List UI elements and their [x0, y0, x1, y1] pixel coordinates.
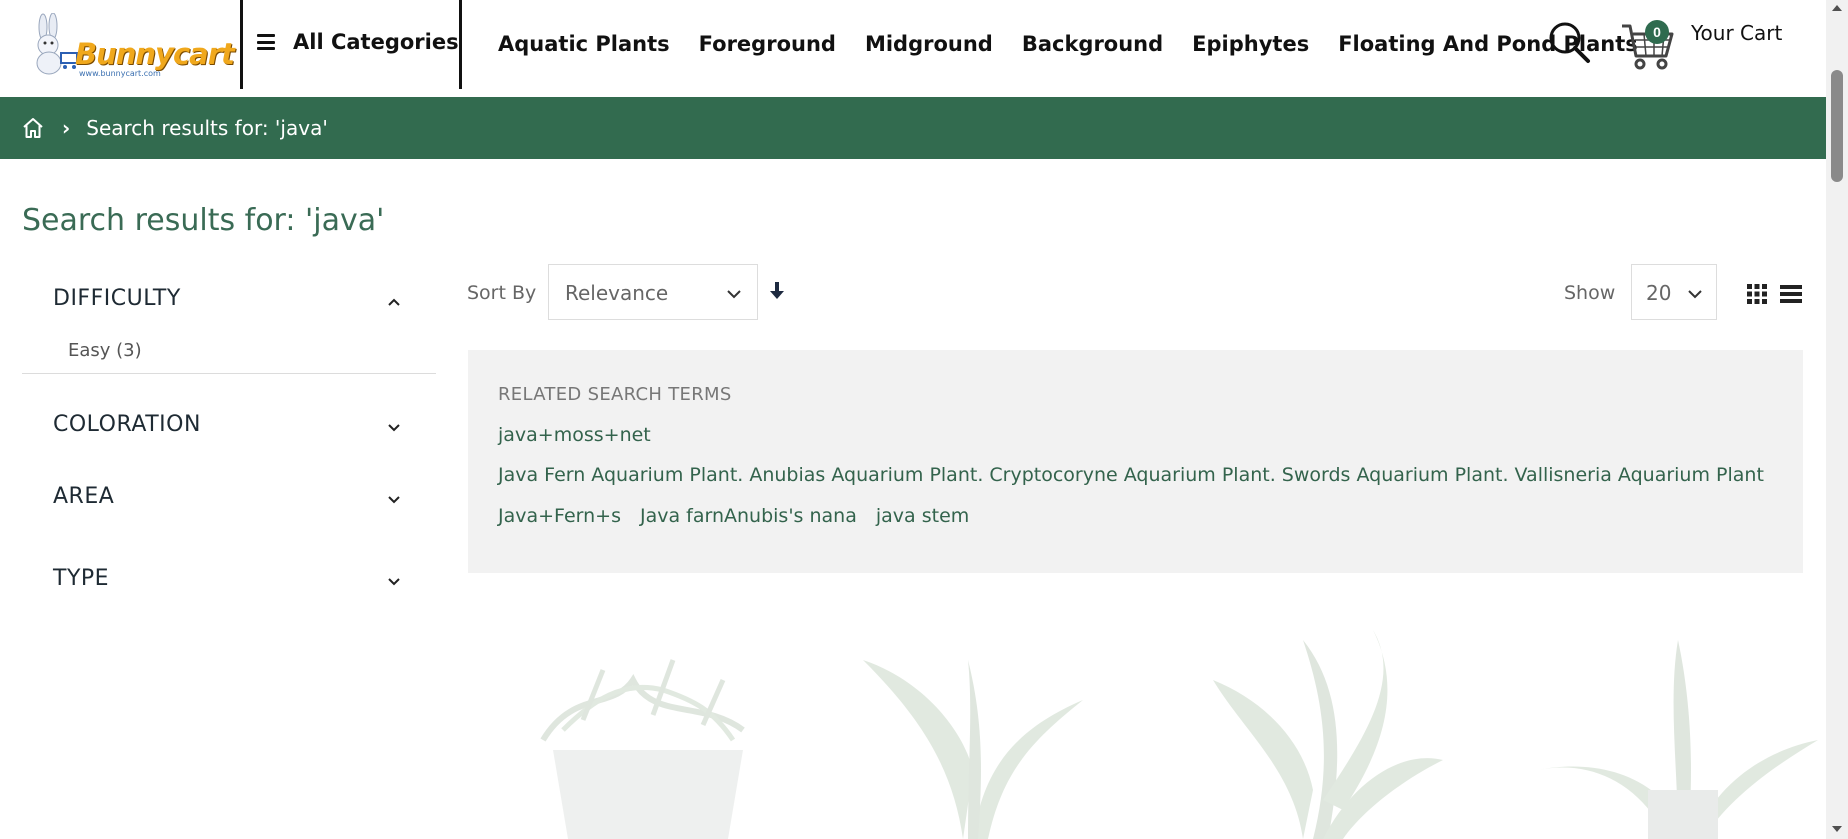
show-per-page-select[interactable]: 20: [1631, 264, 1717, 320]
scroll-down-arrow-icon[interactable]: [1832, 825, 1842, 833]
filter-area[interactable]: AREA: [22, 468, 436, 550]
related-search-terms: RELATED SEARCH TERMS java+moss+net Java …: [468, 350, 1803, 573]
breadcrumb: › Search results for: 'java': [0, 97, 1826, 159]
chevron-down-icon[interactable]: [386, 574, 402, 590]
filter-difficulty: DIFFICULTY Easy (3): [22, 270, 436, 374]
filter-title[interactable]: TYPE: [53, 566, 109, 591]
chevron-up-icon[interactable]: [386, 294, 402, 310]
product-image[interactable]: [1203, 620, 1493, 839]
cart-label: Your Cart: [1691, 21, 1783, 45]
home-icon[interactable]: [22, 117, 44, 139]
filter-sidebar: DIFFICULTY Easy (3) COLORATION AREA TYPE: [22, 270, 436, 620]
product-grid: [468, 620, 1828, 839]
divider: [240, 0, 243, 89]
filter-type[interactable]: TYPE: [22, 550, 436, 620]
filter-option-easy[interactable]: Easy (3): [68, 340, 142, 361]
chevron-down-icon: [727, 290, 741, 299]
site-header: Bunnycart www.bunnycart.com All Categori…: [0, 0, 1826, 97]
filter-title[interactable]: COLORATION: [53, 412, 201, 437]
cart-count-badge: 0: [1645, 20, 1669, 44]
related-row: java+moss+net: [498, 424, 670, 446]
product-image[interactable]: [1528, 620, 1818, 839]
sort-direction-icon[interactable]: [769, 280, 785, 302]
related-term-link[interactable]: Java farnAnubis's nana: [640, 505, 857, 527]
sort-by-label: Sort By: [467, 282, 537, 304]
page-title: Search results for: 'java': [22, 203, 385, 238]
chevron-down-icon[interactable]: [386, 492, 402, 508]
logo-url: www.bunnycart.com: [79, 69, 161, 78]
search-icon[interactable]: [1547, 20, 1591, 64]
related-row: Java+Fern+s Java farnAnubis's nana java …: [498, 505, 988, 527]
filter-coloration[interactable]: COLORATION: [22, 396, 436, 468]
related-term-link[interactable]: Java+Fern+s: [498, 505, 621, 527]
list-view-icon[interactable]: [1780, 284, 1802, 304]
all-categories-button[interactable]: All Categories: [257, 30, 459, 54]
scroll-up-arrow-icon[interactable]: [1832, 4, 1842, 12]
chevron-right-icon: ›: [62, 116, 71, 140]
related-row: Java Fern Aquarium Plant. Anubias Aquari…: [498, 464, 1783, 486]
nav-item-floating-and-pond-plants[interactable]: Floating And Pond Plants: [1338, 32, 1638, 56]
filter-title[interactable]: DIFFICULTY: [53, 286, 181, 311]
main-nav: Aquatic Plants Foreground Midground Back…: [498, 32, 1667, 56]
related-term-link[interactable]: java+moss+net: [498, 424, 651, 446]
all-categories-label: All Categories: [293, 30, 459, 54]
scrollbar-thumb[interactable]: [1831, 70, 1843, 182]
hamburger-icon: [257, 34, 275, 50]
cart-button[interactable]: 0 Your Cart: [1620, 18, 1783, 72]
breadcrumb-current: Search results for: 'java': [86, 116, 328, 140]
product-image[interactable]: [843, 620, 1133, 839]
show-label: Show: [1564, 282, 1616, 304]
nav-item-midground[interactable]: Midground: [865, 32, 993, 56]
page-scrollbar[interactable]: [1826, 0, 1848, 839]
sort-by-value: Relevance: [565, 281, 669, 305]
bunnycart-logo[interactable]: Bunnycart www.bunnycart.com: [27, 13, 235, 78]
nav-item-foreground[interactable]: Foreground: [699, 32, 836, 56]
filter-title[interactable]: AREA: [53, 484, 114, 509]
related-term-link[interactable]: java stem: [876, 505, 969, 527]
show-per-page-value: 20: [1646, 281, 1672, 305]
related-search-title: RELATED SEARCH TERMS: [498, 384, 732, 405]
chevron-down-icon[interactable]: [386, 420, 402, 436]
product-image[interactable]: [503, 620, 793, 839]
related-term-link[interactable]: Java Fern Aquarium Plant. Anubias Aquari…: [498, 464, 1764, 486]
nav-item-epiphytes[interactable]: Epiphytes: [1192, 32, 1309, 56]
sort-by-select[interactable]: Relevance: [548, 264, 758, 320]
nav-item-aquatic-plants[interactable]: Aquatic Plants: [498, 32, 670, 56]
logo-text: Bunnycart: [75, 37, 235, 71]
nav-item-background[interactable]: Background: [1022, 32, 1163, 56]
divider: [459, 0, 462, 89]
grid-view-icon[interactable]: [1747, 284, 1767, 304]
chevron-down-icon: [1688, 290, 1702, 299]
